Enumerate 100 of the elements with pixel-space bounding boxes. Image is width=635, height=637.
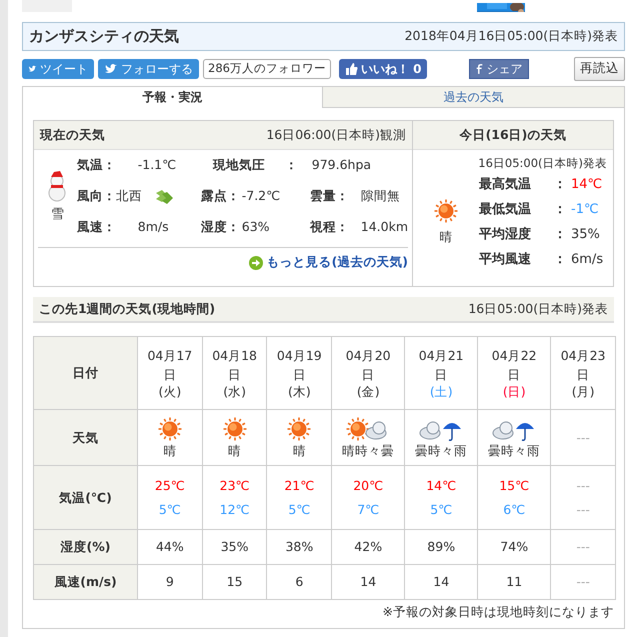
high-temp: 20℃ [352,476,384,494]
field-label: 風向： [76,187,116,206]
sun-icon [222,416,248,442]
colon: ： [552,176,568,194]
colon: ： [552,201,568,219]
colon: ： [284,156,298,174]
weekday-label: (水) [223,384,246,399]
date-label: 04月18日 [212,347,258,384]
page-title: カンザスシティの天気 [29,26,179,48]
colon: ： [552,226,568,244]
low-temp: 6℃ [502,500,526,518]
weather-label: 曇時々雨 [488,443,540,458]
high-temp: 23℃ [218,476,251,494]
low-temp: --- [575,500,591,518]
reload-button[interactable]: 再読込 [574,56,625,80]
field-label: 視程： [310,218,349,236]
high-temp: --- [575,476,591,494]
share-button[interactable]: シェア [469,58,530,78]
issued-time: 2018年04月16日05:00(日本時)発表 [404,27,618,46]
field-value: -1.1℃ [138,156,176,174]
low-temp: 7℃ [356,500,380,518]
date-label: 04月20日 [345,347,392,384]
follow-button[interactable]: フォローする [98,58,199,78]
issued-time: 16日05:00(日本時)発表 [477,155,608,172]
table-cell: 89% [427,539,456,554]
table-cell: 42% [354,539,382,554]
observed-time: 16日06:00(日本時)観測 [266,126,406,144]
table-cell: 6 [295,574,304,589]
field-value: 6m/s [571,251,604,269]
field-label: 雲量： [310,187,349,206]
field-label: 現地気圧 [212,156,265,174]
row-header: 風速(m/s) [34,564,138,600]
section-title: この先1週間の天気(現地時間) [39,300,216,318]
thumbs-up-icon [344,62,358,75]
table-cell: 14 [360,574,376,589]
field-value: 8m/s [138,218,169,236]
field-value: 北西 [116,187,142,206]
table-cell: 35% [220,539,248,554]
sun-icon [286,416,312,442]
table-cell: 14 [433,574,450,589]
table-cell: 11 [506,574,522,589]
like-button[interactable]: いいね！ 0 [338,58,428,78]
field-label: 湿度： [200,218,240,236]
field-value: 35% [571,226,600,244]
weather-label: 晴 [440,228,452,246]
weather-label: 雪 [50,206,64,224]
weather-label: --- [576,430,590,444]
facebook-icon [476,62,484,76]
date-label: 04月22日 [491,347,538,384]
high-temp: 25℃ [154,476,186,494]
weekday-label: (火) [158,384,182,399]
weather-label: 晴 [228,443,242,458]
table-cell: 74% [500,539,528,554]
sun-icon [433,198,459,224]
field-label: 平均風速 [479,251,532,269]
table-cell: 38% [285,539,314,554]
date-label: 04月21日 [418,347,464,384]
table-cell: 9 [166,574,174,589]
weather-label: 晴時々曇 [342,443,394,458]
low-temp: 12℃ [218,500,251,518]
tab[interactable]: 予報・実況 [23,86,323,108]
table-cell: --- [576,539,590,554]
table-cell: 15 [226,574,243,589]
section-title: 現在の天気 [40,126,105,144]
weekday-label: (金) [356,384,380,399]
row-header: 気温(℃) [34,466,138,530]
high-temp: 15℃ [498,476,530,494]
colon: ： [552,251,568,269]
field-value: -1℃ [571,201,599,219]
weather-label: 晴 [163,443,176,458]
field-value: 隙間無 [360,187,400,206]
weekday-label: (月) [572,384,594,399]
field-label: 気温： [76,156,116,174]
field-value: -7.2℃ [242,187,280,206]
weekday-label: (土) [430,384,453,399]
field-label: 風速： [76,218,116,236]
high-temp: 14℃ [425,476,458,494]
row-header: 天気 [34,410,138,466]
weather-label: 曇時々雨 [415,443,468,458]
field-label: 平均湿度 [479,226,532,244]
tweet-button[interactable]: ツイート [22,58,94,78]
tab[interactable]: 過去の天気 [323,86,624,108]
weekday-label: (木) [288,384,311,399]
field-value: 979.6hpa [312,156,372,174]
section-title: 今日(16日)の天気 [460,126,566,144]
date-label: 04月19日 [276,347,322,384]
high-temp: 21℃ [283,476,316,494]
weekday-label: (日) [502,384,526,399]
date-label: 04月23日 [560,347,606,384]
field-value: 14℃ [571,176,602,194]
field-label: 最高気温 [479,176,532,194]
sun-icon [156,416,183,442]
low-temp: 5℃ [158,500,182,518]
field-value: 63% [242,218,270,236]
row-header: 湿度(%) [34,530,138,564]
more-link[interactable]: もっと見る(過去の天気) [248,253,408,272]
date-label: 04月17日 [146,347,193,384]
low-temp: 5℃ [287,500,312,518]
row-header: 日付 [34,336,138,410]
follower-count: 286万人のフォロワー [203,58,331,78]
